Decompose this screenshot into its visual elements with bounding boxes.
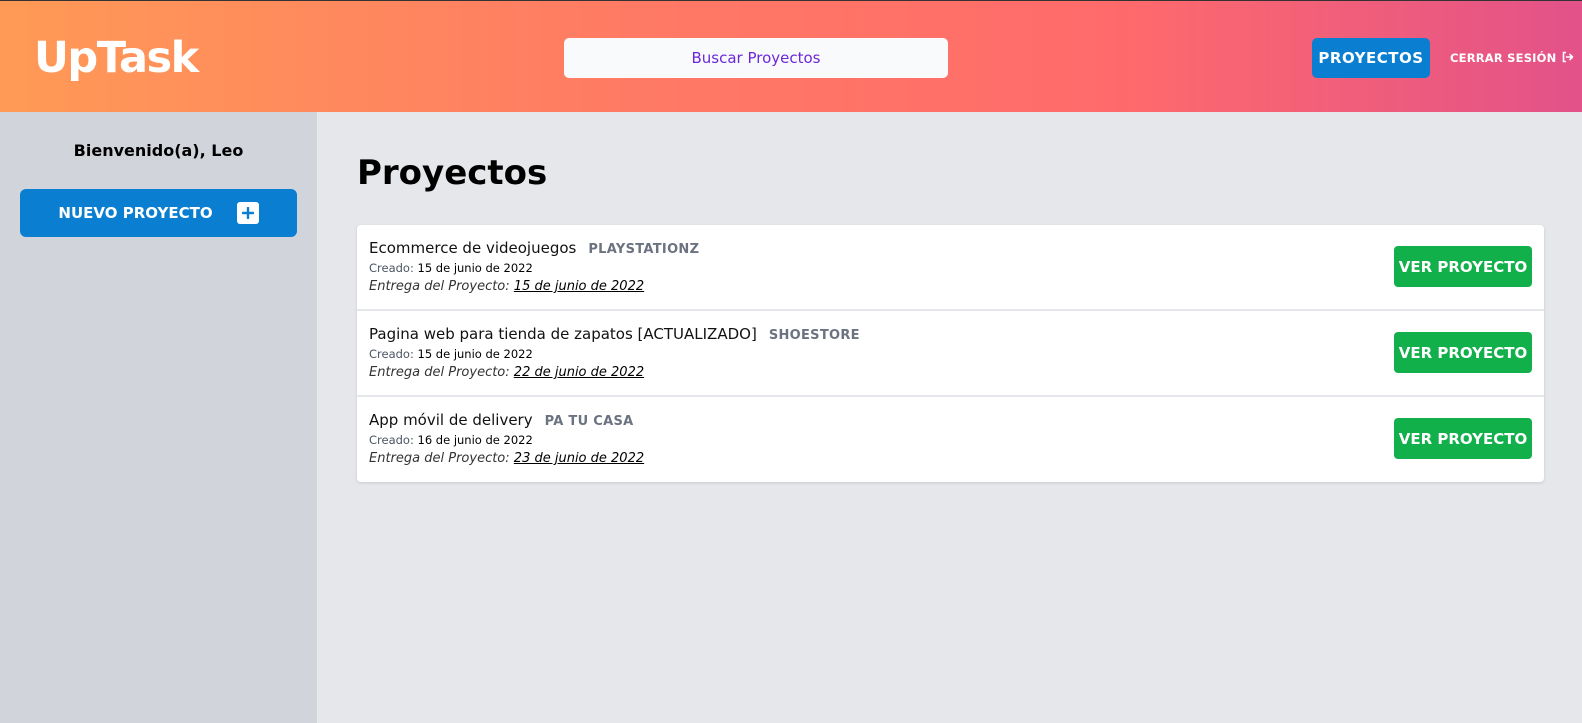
created-label: Creado: — [369, 347, 414, 361]
new-project-button[interactable]: NUEVO PROYECTO — [20, 189, 297, 237]
view-project-button[interactable]: VER PROYECTO — [1394, 418, 1532, 459]
due-label: Entrega del Proyecto: — [369, 451, 510, 466]
welcome-message: Bienvenido(a), Leo — [73, 141, 244, 160]
project-client: PA TU CASA — [544, 414, 634, 429]
created-label: Creado: — [369, 261, 414, 275]
created-date: 16 de junio de 2022 — [417, 433, 533, 447]
project-name: Ecommerce de videojuegos — [369, 239, 577, 257]
created-date: 15 de junio de 2022 — [417, 347, 533, 361]
app-header: UpTask PROYECTOS CERRAR SESIÓN — [0, 0, 1582, 112]
project-row: App móvil de delivery PA TU CASA Creado:… — [357, 397, 1544, 482]
logout-label: CERRAR SESIÓN — [1450, 51, 1557, 65]
project-list: Ecommerce de videojuegos PLAYSTATIONZ Cr… — [357, 225, 1544, 482]
project-name: Pagina web para tienda de zapatos [ACTUA… — [369, 325, 757, 343]
created-label: Creado: — [369, 433, 414, 447]
view-project-button[interactable]: VER PROYECTO — [1394, 246, 1532, 287]
due-label: Entrega del Proyecto: — [369, 365, 510, 380]
plus-icon — [236, 202, 259, 224]
project-row: Ecommerce de videojuegos PLAYSTATIONZ Cr… — [357, 225, 1544, 311]
project-client: SHOESTORE — [768, 328, 860, 343]
projects-button[interactable]: PROYECTOS — [1312, 38, 1430, 78]
due-date: 23 de junio de 2022 — [513, 451, 645, 466]
project-name: App móvil de delivery — [369, 411, 533, 429]
project-row: Pagina web para tienda de zapatos [ACTUA… — [357, 311, 1544, 397]
page-title: Proyectos — [357, 153, 548, 193]
new-project-label: NUEVO PROYECTO — [58, 204, 213, 222]
created-date: 15 de junio de 2022 — [417, 261, 533, 275]
logout-icon — [1562, 51, 1574, 66]
app-logo[interactable]: UpTask — [34, 33, 199, 83]
project-client: PLAYSTATIONZ — [588, 242, 700, 257]
due-label: Entrega del Proyecto: — [369, 279, 510, 294]
search-input[interactable] — [564, 38, 948, 78]
due-date: 15 de junio de 2022 — [513, 279, 645, 294]
view-project-button[interactable]: VER PROYECTO — [1394, 332, 1532, 373]
logout-button[interactable]: CERRAR SESIÓN — [1450, 48, 1574, 68]
due-date: 22 de junio de 2022 — [513, 365, 645, 380]
